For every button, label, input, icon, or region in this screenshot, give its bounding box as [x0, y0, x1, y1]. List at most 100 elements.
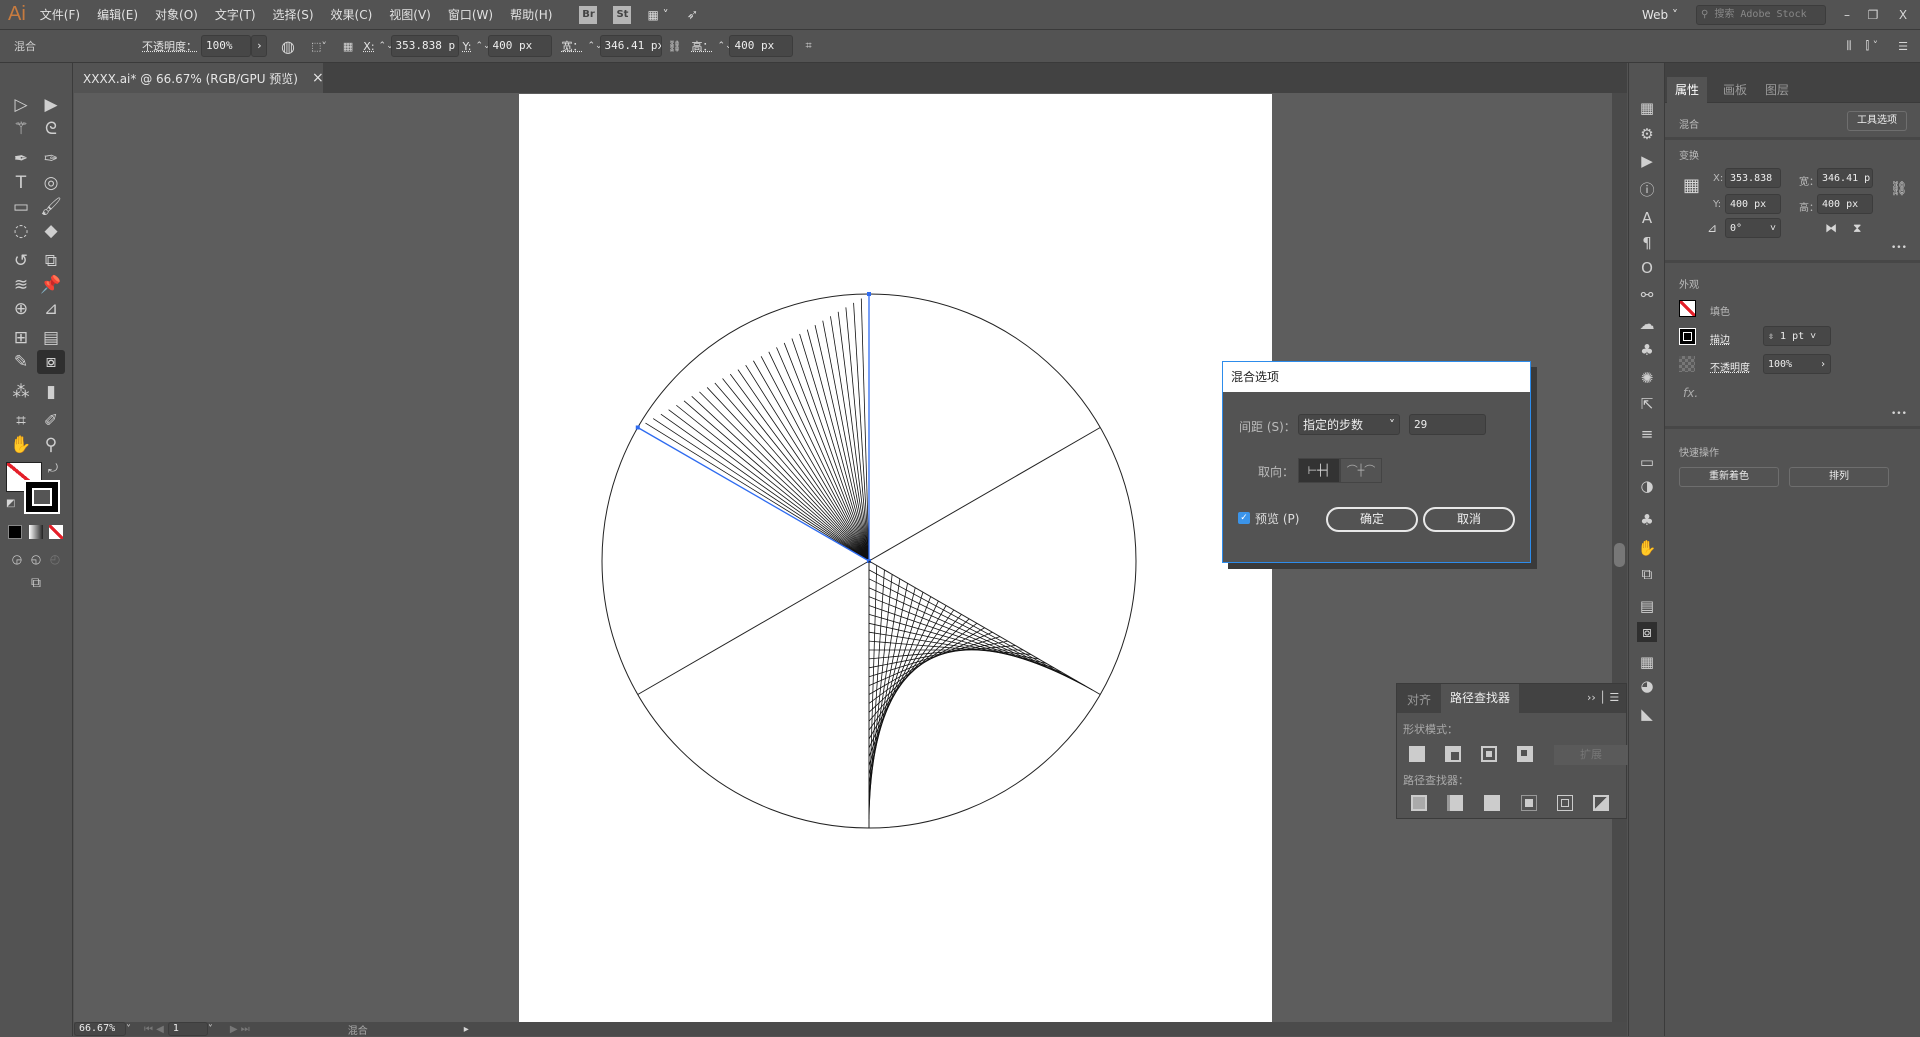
bridge-button[interactable]: Br	[579, 5, 598, 24]
mesh-tool-icon[interactable]: ⊞	[7, 326, 35, 350]
preview-label[interactable]: 预览 (P)	[1255, 510, 1299, 527]
tab-pathfinder[interactable]: 路径查找器	[1441, 684, 1519, 713]
artboard-number-input[interactable]: 1	[167, 1022, 208, 1036]
puppet-panel-icon[interactable]: ✋	[1637, 538, 1657, 558]
y-input[interactable]: 400 px	[487, 35, 552, 57]
eraser-tool-icon[interactable]: ◆	[37, 219, 65, 243]
transparency-panel-icon[interactable]: ◑	[1637, 476, 1657, 496]
scroll-thumb[interactable]	[1614, 543, 1625, 567]
opentype-panel-icon[interactable]: O	[1637, 258, 1657, 278]
width-input[interactable]: 346.41 px	[599, 35, 662, 57]
align-to-page-button[interactable]: ⊢┼┤	[1298, 458, 1340, 483]
tool-options-button[interactable]: 工具选项	[1847, 111, 1907, 131]
y-input[interactable]: 400 px	[1725, 194, 1781, 214]
merge-icon[interactable]	[1484, 795, 1500, 811]
shaper-tool-icon[interactable]: ◌	[7, 219, 35, 243]
lasso-tool-icon[interactable]: ᘓ	[37, 117, 65, 141]
document-tab[interactable]: XXXX.ai* @ 66.67% (RGB/GPU 预览) ×	[73, 63, 324, 93]
tab-align[interactable]: 对齐	[1407, 691, 1431, 708]
gradient-panel-icon[interactable]: ▭	[1637, 452, 1657, 472]
pen-tool-icon[interactable]: ✒	[7, 147, 35, 171]
send-rocket-icon[interactable]: ➶	[687, 7, 699, 23]
outline-icon[interactable]	[1557, 795, 1573, 811]
hand-tool-icon[interactable]: ✋	[7, 433, 35, 457]
flip-horizontal-icon[interactable]: ⧓	[1825, 221, 1837, 235]
stroke-swatch[interactable]	[1679, 328, 1696, 345]
arrange-documents-icon[interactable]: ▦ ˅	[647, 8, 668, 22]
brushes-panel-icon[interactable]: ✺	[1637, 368, 1657, 388]
x-input[interactable]: 353.838	[1725, 168, 1781, 188]
opacity-label[interactable]: 不透明度：	[142, 38, 197, 54]
height-stepper[interactable]: ⌃⌄	[717, 41, 732, 51]
appearance-panel-icon[interactable]: ♣	[1637, 510, 1657, 530]
recolor-button[interactable]: 重新着色	[1679, 467, 1779, 487]
effects-fx-button[interactable]: fx.	[1683, 386, 1698, 400]
x-input[interactable]: 353.838 p	[390, 35, 459, 57]
fill-swatch[interactable]	[1679, 300, 1696, 317]
stock-button[interactable]: St	[613, 5, 632, 24]
magic-wand-tool-icon[interactable]: ⚚	[7, 117, 35, 141]
flip-vertical-icon[interactable]: ⧗	[1853, 221, 1861, 236]
symbol-sprayer-tool-icon[interactable]: ⁂	[7, 380, 35, 404]
info-panel-icon[interactable]: ⓘ	[1637, 180, 1657, 200]
graphic-styles-panel-icon[interactable]: ⧉	[1637, 564, 1657, 584]
artboards-panel-icon[interactable]: ▦	[1637, 98, 1657, 118]
zoom-tool-icon[interactable]: ⚲	[37, 433, 65, 457]
polar-grid-tool-icon[interactable]: ◎	[37, 171, 65, 195]
opacity-label[interactable]: 不透明度	[1710, 359, 1750, 374]
swatches-panel-icon[interactable]: ▦	[1637, 652, 1657, 672]
minimize-button[interactable]: –	[1834, 8, 1860, 22]
transform-box-icon[interactable]: ⬚˅	[311, 40, 327, 53]
menu-file[interactable]: 文件(F)	[40, 6, 80, 23]
actions-panel-icon[interactable]: ▶	[1637, 151, 1657, 171]
artboard[interactable]	[519, 94, 1272, 1022]
close-tab-icon[interactable]: ×	[312, 70, 324, 86]
menu-window[interactable]: 窗口(W)	[448, 6, 493, 23]
menu-help[interactable]: 帮助(H)	[510, 6, 552, 23]
exclude-icon[interactable]	[1517, 746, 1533, 762]
reference-point-icon[interactable]: ▦	[343, 40, 353, 53]
trim-icon[interactable]	[1447, 795, 1463, 811]
stroke-weight-input[interactable]: ⇳ 1 pt ˅	[1763, 326, 1831, 346]
links-panel-icon[interactable]: ⚯	[1637, 285, 1657, 305]
stock-search-input[interactable]: ⚲ 搜索 Adobe Stock	[1696, 4, 1826, 25]
preview-checkbox[interactable]: ✓	[1238, 512, 1250, 524]
height-input[interactable]: 400 px	[1817, 194, 1873, 214]
arrange-button[interactable]: 排列	[1789, 467, 1889, 487]
isolate-icon[interactable]: ⌗	[805, 39, 811, 53]
height-input[interactable]: 400 px	[729, 35, 794, 57]
export-panel-icon[interactable]: ⇱	[1637, 394, 1657, 414]
warp-tool-icon[interactable]: ≋	[7, 273, 35, 297]
color-guide-panel-icon[interactable]: ◕	[1637, 676, 1657, 696]
menu-select[interactable]: 选择(S)	[273, 6, 314, 23]
link-proportions-icon[interactable]: ⛓	[668, 40, 682, 53]
steps-input[interactable]: 29	[1409, 414, 1486, 435]
swap-fill-stroke-icon[interactable]: ⤾	[48, 461, 58, 476]
shape-builder-tool-icon[interactable]: ⊕	[7, 297, 35, 321]
close-window-button[interactable]: X	[1886, 8, 1920, 22]
minus-front-icon[interactable]	[1445, 746, 1461, 762]
width-input[interactable]: 346.41 p	[1817, 168, 1873, 188]
distribute-icon[interactable]: ⫿ ˅	[1866, 39, 1879, 53]
cc-libraries-panel-icon[interactable]: ☁	[1637, 314, 1657, 334]
selection-tool-icon[interactable]: ▷	[7, 93, 35, 117]
stroke-panel-icon[interactable]: ≡	[1637, 424, 1657, 444]
type-tool-icon[interactable]: T	[7, 171, 35, 195]
unite-icon[interactable]	[1409, 746, 1425, 762]
intersect-icon[interactable]	[1481, 746, 1497, 762]
zoom-dropdown[interactable]: ˅	[126, 1024, 140, 1035]
stroke-label[interactable]: 描边	[1710, 331, 1730, 346]
tab-artboards[interactable]: 画板	[1715, 77, 1755, 103]
artboard-dropdown[interactable]: ˅	[208, 1024, 222, 1035]
gradient-mode-button[interactable]	[29, 525, 43, 539]
panel-menu-icon[interactable]: ☰	[1898, 40, 1908, 53]
more-appearance-options[interactable]: •••	[1891, 409, 1907, 419]
gradient-tool-icon[interactable]: ▤	[37, 326, 65, 350]
constrain-proportions-icon[interactable]: ⛓	[1890, 181, 1908, 197]
puppet-warp-tool-icon[interactable]: 📌	[37, 273, 65, 297]
first-artboard-button[interactable]: ⏮ ◀	[144, 1024, 164, 1035]
recolor-globe-icon[interactable]: ◍	[281, 37, 295, 56]
asset-export-panel-icon[interactable]: ⚙	[1637, 124, 1657, 144]
rotate-tool-icon[interactable]: ↺	[7, 249, 35, 273]
eyedropper-tool-icon[interactable]: ✎	[7, 350, 35, 374]
